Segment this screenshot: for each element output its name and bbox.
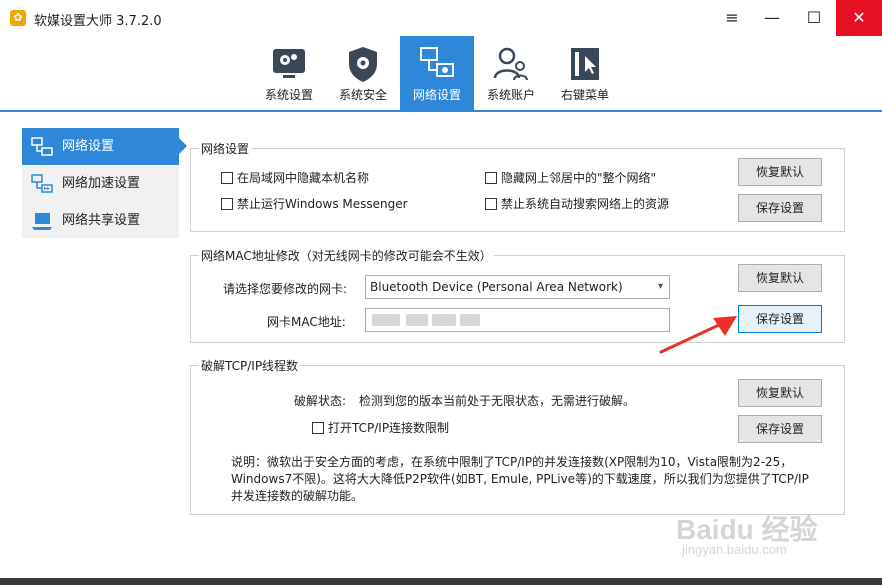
checkbox-label: 禁止系统自动搜索网络上的资源 bbox=[501, 197, 670, 211]
main-toolbar: 系统设置 系统安全 网络设置 系统账户 右键菜单 bbox=[0, 36, 882, 112]
checkbox-box[interactable] bbox=[312, 421, 324, 434]
redacted-mac-segment bbox=[432, 314, 456, 326]
checkbox-box[interactable] bbox=[485, 197, 497, 210]
group-tcpip: 破解TCP/IP线程数 破解状态: 检测到您的版本当前处于无限状态，无需进行破解… bbox=[190, 357, 845, 515]
checkbox-disable-auto-search[interactable]: 禁止系统自动搜索网络上的资源 bbox=[485, 195, 669, 212]
group-mac-address: 网络MAC地址修改（对无线网卡的修改可能会不生效） 请选择您要修改的网卡: Bl… bbox=[190, 247, 845, 343]
restore-default-button[interactable]: 恢复默认 bbox=[738, 158, 822, 186]
restore-default-button[interactable]: 恢复默认 bbox=[738, 379, 822, 407]
tab-label: 系统安全 bbox=[338, 88, 387, 102]
mac-label: 网卡MAC地址: bbox=[267, 315, 346, 329]
close-button[interactable]: ✕ bbox=[836, 0, 882, 36]
group-title: 网络MAC地址修改（对无线网卡的修改可能会不生效） bbox=[199, 247, 494, 264]
gear-app-icon: ✿ bbox=[10, 10, 26, 26]
tab-label: 网络设置 bbox=[412, 88, 461, 102]
checkbox-label: 隐藏网上邻居中的"整个网络" bbox=[501, 171, 657, 185]
network-icon bbox=[420, 47, 454, 77]
save-settings-button[interactable]: 保存设置 bbox=[738, 415, 822, 443]
tab-label: 右键菜单 bbox=[560, 88, 609, 102]
tab-system-settings[interactable]: 系统设置 bbox=[252, 36, 326, 110]
minimize-button[interactable]: — bbox=[750, 0, 794, 36]
checkbox-box[interactable] bbox=[221, 197, 233, 210]
maximize-button[interactable]: ☐ bbox=[792, 0, 836, 36]
mac-address-input[interactable] bbox=[365, 308, 670, 332]
redacted-mac-segment bbox=[460, 314, 480, 326]
watermark-url: jingyan.baidu.com bbox=[682, 542, 787, 557]
tab-system-accounts[interactable]: 系统账户 bbox=[474, 36, 548, 110]
redacted-mac-segment bbox=[372, 314, 400, 326]
checkbox-hide-entire-network[interactable]: 隐藏网上邻居中的"整个网络" bbox=[485, 169, 656, 186]
checkbox-box[interactable] bbox=[485, 171, 497, 184]
title-bar: ✿ 软媒设置大师 3.7.2.0 ≡ — ☐ ✕ bbox=[0, 0, 882, 36]
laptop-icon bbox=[32, 213, 52, 230]
tab-network-settings[interactable]: 网络设置 bbox=[400, 36, 474, 110]
note-line: 说明：微软出于安全方面的考虑，在系统中限制了TCP/IP的并发连接数(XP限制为… bbox=[231, 455, 793, 469]
crack-status-value: 检测到您的版本当前处于无限状态，无需进行破解。 bbox=[359, 394, 636, 408]
sidebar-item-label: 网络加速设置 bbox=[62, 176, 141, 191]
redacted-mac-segment bbox=[406, 314, 428, 326]
tab-label: 系统设置 bbox=[264, 88, 313, 102]
checkbox-label: 在局域网中隐藏本机名称 bbox=[237, 171, 370, 185]
checkbox-hide-computer-name[interactable]: 在局域网中隐藏本机名称 bbox=[221, 169, 369, 186]
restore-default-button[interactable]: 恢复默认 bbox=[738, 264, 822, 292]
network-speed-icon bbox=[31, 174, 53, 193]
crack-status-label: 破解状态: bbox=[294, 394, 347, 408]
sidebar-item-label: 网络设置 bbox=[62, 139, 115, 154]
users-icon bbox=[493, 47, 528, 81]
sidebar-item-network-settings[interactable]: 网络设置 bbox=[22, 128, 187, 165]
checkbox-label: 打开TCP/IP连接数限制 bbox=[328, 421, 450, 435]
window-title: 软媒设置大师 3.7.2.0 bbox=[34, 14, 162, 29]
chevron-down-icon[interactable]: ▾ bbox=[658, 276, 663, 298]
context-menu-icon bbox=[571, 48, 599, 80]
group-title: 破解TCP/IP线程数 bbox=[199, 357, 301, 374]
sidebar-item-network-acceleration[interactable]: 网络加速设置 bbox=[22, 165, 179, 202]
sidebar-item-network-sharing[interactable]: 网络共享设置 bbox=[22, 202, 179, 239]
active-indicator bbox=[179, 138, 187, 154]
annotation-arrow-icon bbox=[659, 316, 737, 354]
shield-icon bbox=[349, 47, 377, 82]
network-icon bbox=[31, 137, 53, 156]
system-settings-icon bbox=[273, 49, 305, 78]
tab-label: 系统账户 bbox=[486, 88, 535, 102]
adapter-select[interactable]: Bluetooth Device (Personal Area Network)… bbox=[365, 275, 670, 299]
adapter-label: 请选择您要修改的网卡: bbox=[223, 282, 348, 296]
note-line: Windows7不限)。这将大大降低P2P软件(如BT, Emule, PPLi… bbox=[231, 472, 809, 486]
checkbox-open-tcpip-limit[interactable]: 打开TCP/IP连接数限制 bbox=[312, 419, 449, 436]
tab-context-menu[interactable]: 右键菜单 bbox=[548, 36, 622, 110]
save-settings-button[interactable]: 保存设置 bbox=[738, 194, 822, 222]
adapter-select-value: Bluetooth Device (Personal Area Network) bbox=[370, 280, 623, 294]
taskbar-strip bbox=[0, 578, 882, 585]
checkbox-label: 禁止运行Windows Messenger bbox=[237, 197, 408, 211]
menu-button[interactable]: ≡ bbox=[710, 0, 754, 36]
baidu-watermark: Baidu 经验 jingyan.baidu.com bbox=[676, 506, 836, 566]
group-title: 网络设置 bbox=[199, 140, 252, 157]
save-settings-button[interactable]: 保存设置 bbox=[738, 305, 822, 333]
group-network-settings: 网络设置 在局域网中隐藏本机名称 隐藏网上邻居中的"整个网络" 禁止运行Wind… bbox=[190, 140, 845, 232]
sidebar: 网络设置 网络加速设置 网络共享设置 bbox=[22, 128, 187, 239]
sidebar-item-label: 网络共享设置 bbox=[62, 213, 141, 228]
tab-system-security[interactable]: 系统安全 bbox=[326, 36, 400, 110]
checkbox-box[interactable] bbox=[221, 171, 233, 184]
checkbox-disable-messenger[interactable]: 禁止运行Windows Messenger bbox=[221, 195, 408, 212]
note-line: 并发连接数的破解功能。 bbox=[231, 489, 364, 503]
